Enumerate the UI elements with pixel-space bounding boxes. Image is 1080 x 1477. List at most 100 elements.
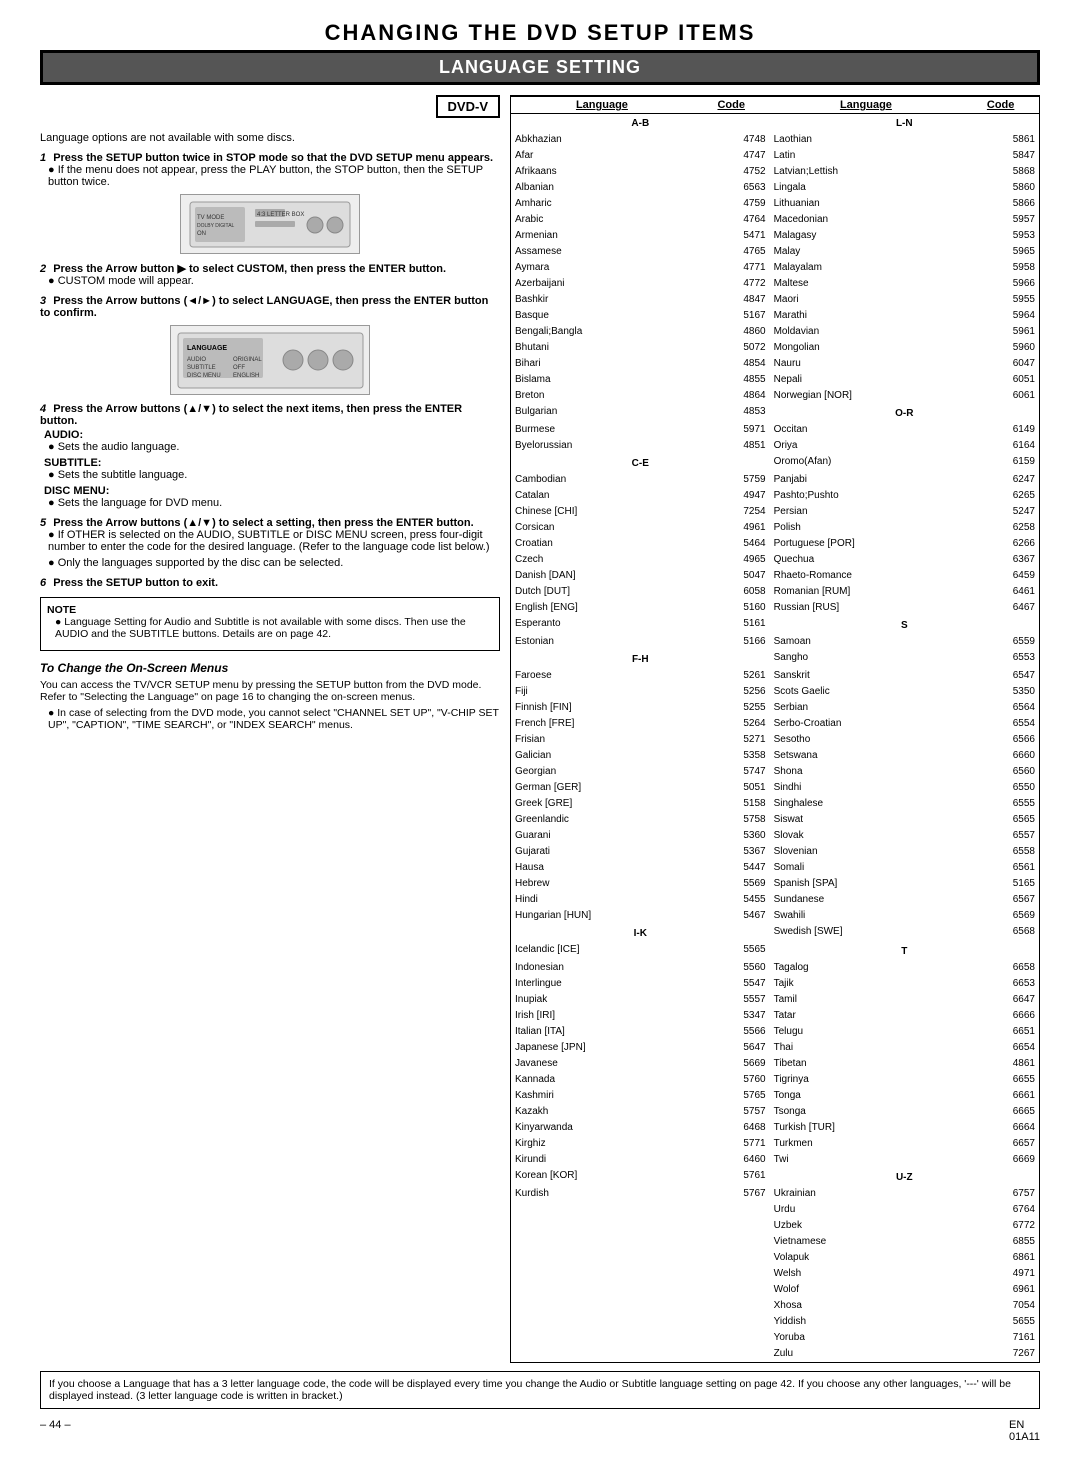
lang-code-left: 5569 [693,876,770,892]
lang-name-left: Javanese [511,1056,693,1072]
lang-name-right: Ukrainian [770,1186,963,1202]
lang-code-left: 5557 [693,992,770,1008]
lang-name-left: Cambodian [511,472,693,488]
lang-code-left: 5771 [693,1136,770,1152]
disc-menu-desc: Sets the language for DVD menu. [48,497,500,509]
subtitle-desc: Sets the subtitle language. [48,469,500,481]
lang-name-right: Spanish [SPA] [770,876,963,892]
lang-code-right: 6265 [962,488,1039,504]
step-4-num: 4 [40,403,46,415]
col-header-code-2: Code [962,97,1039,114]
lang-name-right: Lingala [770,180,963,196]
lang-code-left: 6563 [693,180,770,196]
lang-code-left: 5560 [693,960,770,976]
lang-name-right: Romanian [RUM] [770,584,963,600]
lang-name-right: Tsonga [770,1104,963,1120]
lang-code-left: 5767 [693,1186,770,1202]
step-1-text: Press the SETUP button twice in STOP mod… [53,152,493,164]
audio-desc: Sets the audio language. [48,441,500,453]
lang-code-right: 6661 [962,1088,1039,1104]
lang-name-right: Serbo-Croatian [770,716,963,732]
lang-code-right: 5247 [962,504,1039,520]
left-section-header: I-K [511,924,770,942]
lang-name-left: Azerbaijani [511,276,693,292]
lang-code-right: 6651 [962,1024,1039,1040]
lang-code-right: 6669 [962,1152,1039,1168]
step-2: 2 Press the Arrow button ▶ to select CUS… [40,262,500,287]
svg-text:AUDIO: AUDIO [187,357,206,363]
lang-code-right: 6647 [962,992,1039,1008]
lang-name-right: Lithuanian [770,196,963,212]
col-header-language-2: Language [770,97,963,114]
step-5: 5 Press the Arrow buttons (▲/▼) to selec… [40,517,500,569]
lang-code-right: 6560 [962,764,1039,780]
lang-name-right: Oriya [770,438,963,454]
lang-code-left: 5367 [693,844,770,860]
lang-name-right: Urdu [770,1202,963,1218]
lang-name-left: Albanian [511,180,693,196]
step-1: 1 Press the SETUP button twice in STOP m… [40,152,500,254]
lang-code-right: 6961 [962,1282,1039,1298]
lang-name-left: Afrikaans [511,164,693,180]
lang-code-right: 5958 [962,260,1039,276]
step-6-num: 6 [40,577,46,589]
lang-code-left: 4771 [693,260,770,276]
svg-text:4:3 LETTER BOX: 4:3 LETTER BOX [257,212,304,218]
lang-name-right: Welsh [770,1266,963,1282]
lang-name-left: Georgian [511,764,693,780]
right-section-header: O-R [770,404,1039,422]
lang-code-right: 7267 [962,1346,1039,1362]
lang-name-left: Danish [DAN] [511,568,693,584]
lang-name-left: Breton [511,388,693,404]
lang-name-right: Twi [770,1152,963,1168]
lang-code-right: 6061 [962,388,1039,404]
lang-name-right: Malay [770,244,963,260]
lang-code-left: 5761 [693,1168,770,1186]
lang-code-left: 5447 [693,860,770,876]
lang-code-right: 6164 [962,438,1039,454]
lang-code-right: 6558 [962,844,1039,860]
right-section-header: T [770,942,1039,960]
lang-name-left: Greenlandic [511,812,693,828]
lang-code-left: 5167 [693,308,770,324]
intro-text: Language options are not available with … [40,132,500,144]
lang-code-right: 6566 [962,732,1039,748]
lang-name-left: Basque [511,308,693,324]
lang-name-right: Tajik [770,976,963,992]
dvd-badge: DVD-V [436,95,500,118]
lang-name-right: Panjabi [770,472,963,488]
lang-name-left: Hausa [511,860,693,876]
lang-name-left: Catalan [511,488,693,504]
lang-name-left: Irish [IRI] [511,1008,693,1024]
lang-name-left: Bihari [511,356,693,372]
subtitle-label: SUBTITLE: [44,457,500,469]
lang-name-right: Russian [RUS] [770,600,963,616]
lang-code-right: 7054 [962,1298,1039,1314]
language-table-container: Language Code Language Code A-BL-NAbkhaz… [510,95,1040,1363]
lang-name-left: Byelorussian [511,438,693,454]
lang-code-left: 5757 [693,1104,770,1120]
lang-code-right: 5966 [962,276,1039,292]
lang-name-right: Slovenian [770,844,963,860]
lang-name-right: Swahili [770,908,963,924]
onscreen-text: You can access the TV/VCR SETUP menu by … [40,679,500,703]
right-section-header: S [770,616,1039,634]
lang-code-right: 7161 [962,1330,1039,1346]
svg-text:ON: ON [197,231,206,237]
lang-code-right: 6654 [962,1040,1039,1056]
lang-name-left: Indonesian [511,960,693,976]
lang-code-left: 5161 [693,616,770,634]
lang-name-right: Tagalog [770,960,963,976]
step-5-bullet-2: Only the languages supported by the disc… [48,557,500,569]
lang-code-right: 6461 [962,584,1039,600]
language-table: Language Code Language Code A-BL-NAbkhaz… [511,96,1039,1362]
lang-code-right: 6559 [962,634,1039,650]
lang-code-right: 5868 [962,164,1039,180]
svg-text:DOLBY DIGITAL: DOLBY DIGITAL [197,223,235,229]
lang-name-right: Latin [770,148,963,164]
lang-code-left: 4748 [693,132,770,148]
lang-code-right: 6567 [962,892,1039,908]
lang-name-left: Icelandic [ICE] [511,942,693,960]
svg-text:OFF: OFF [233,365,245,371]
step-3-text: Press the Arrow buttons (◄/►) to select … [40,295,488,319]
